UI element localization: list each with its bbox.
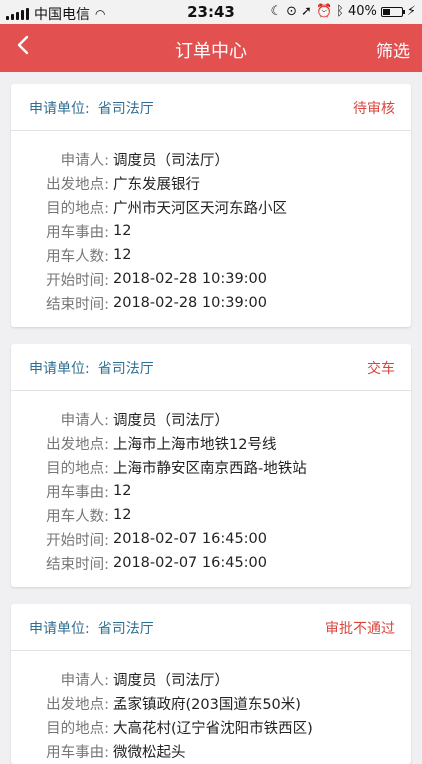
field-value: 12 [113,247,132,263]
order-field-row: 申请人: 调度员（司法厅） [11,147,411,171]
field-value: 上海市静安区南京西路-地铁站 [113,460,307,477]
field-label: 申请人: [60,412,109,429]
order-field-row: 开始时间: 2018-02-28 10:39:00 [11,267,411,291]
field-value: 微微松起头 [113,744,186,761]
navbar: 订单中心 筛选 [0,24,422,72]
order-field-row: 结束时间: 2018-02-28 10:39:00 [11,291,411,315]
location-icon: ➚ [301,4,312,19]
order-status-badge: 审批不通过 [325,621,395,637]
field-value: 上海市上海市地铁12号线 [113,436,277,453]
field-label: 用车事由: [46,224,109,241]
order-field-row: 出发地点: 上海市上海市地铁12号线 [11,431,411,455]
field-value: 大高花村(辽宁省沈阳市铁西区) [113,720,313,737]
field-value: 孟家镇政府(203国道东50米) [113,696,301,713]
order-field-row: 用车事由: 微微松起头 [11,739,411,763]
order-field-row: 结束时间: 2018-02-07 16:45:00 [11,551,411,575]
applicant-unit-label: 申请单位: [29,621,90,637]
field-label: 目的地点: [46,720,109,737]
field-label: 申请人: [60,672,109,689]
applicant-unit-value: 省司法厅 [97,621,154,637]
order-card[interactable]: 申请单位: 省司法厅 交车 申请人: 调度员（司法厅） 出发地点: 上海市上海市地铁12号线… [11,344,411,587]
order-field-row: 用车事由: 12 [11,479,411,503]
applicant-unit: 申请单位: 省司法厅 [29,358,154,378]
card-body: 申请人: 调度员（司法厅） 出发地点: 上海市上海市地铁12号线 目的地点: 上海市静安区… [11,391,411,587]
field-label: 申请人: [60,152,109,169]
status-bar: 中国电信 ◠ 23:43 ☾ ⊙ ➚ ⏰ ᛒ 40% ⚡ [0,0,422,24]
order-field-row: 出发地点: 孟家镇政府(203国道东50米) [11,691,411,715]
field-label: 目的地点: [46,460,109,477]
field-value: 2018-02-07 16:45:00 [113,531,267,547]
order-field-row: 申请人: 调度员（司法厅） [11,407,411,431]
applicant-unit-label: 申请单位: [29,361,90,377]
bluetooth-icon: ᛒ [336,4,344,19]
field-label: 出发地点: [46,176,109,193]
field-value: 2018-02-28 10:39:00 [113,295,267,311]
applicant-unit-value: 省司法厅 [97,101,154,117]
field-label: 开始时间: [46,532,109,549]
page-title: 订单中心 [175,41,247,62]
order-field-row: 申请人: 调度员（司法厅） [11,667,411,691]
order-field-row: 目的地点: 广州市天河区天河东路小区 [11,195,411,219]
field-value: 2018-02-07 16:45:00 [113,555,267,571]
charging-icon: ⚡ [406,4,416,19]
field-value: 2018-02-28 10:39:00 [113,271,267,287]
field-value: 12 [113,507,132,523]
field-label: 出发地点: [46,436,109,453]
status-right: ☾ ⊙ ➚ ⏰ ᛒ 40% ⚡ [270,4,416,19]
field-label: 结束时间: [46,296,109,313]
field-value: 12 [113,483,132,499]
field-label: 开始时间: [46,272,109,289]
field-label: 用车事由: [46,484,109,501]
field-value: 广州市天河区天河东路小区 [113,200,287,217]
battery-percent: 40% [347,4,377,19]
card-header: 申请单位: 省司法厅 交车 [11,344,411,391]
order-field-row: 用车人数: 12 [11,243,411,267]
order-card[interactable]: 申请单位: 省司法厅 审批不通过 申请人: 调度员（司法厅） 出发地点: 孟家镇政府(203… [11,604,411,764]
order-field-row: 用车事由: 12 [11,219,411,243]
card-header: 申请单位: 省司法厅 审批不通过 [11,604,411,651]
card-body: 申请人: 调度员（司法厅） 出发地点: 广东发展银行 目的地点: 广州市天河区天河东路小区… [11,131,411,327]
order-status-badge: 交车 [367,361,395,377]
order-field-row: 目的地点: 上海市静安区南京西路-地铁站 [11,455,411,479]
applicant-unit: 申请单位: 省司法厅 [29,618,154,638]
order-field-row: 开始时间: 2018-02-07 16:45:00 [11,527,411,551]
applicant-unit: 申请单位: 省司法厅 [29,98,154,118]
moon-icon: ☾ [270,4,283,19]
battery-icon [380,6,405,17]
card-header: 申请单位: 省司法厅 待审核 [11,84,411,131]
field-value: 调度员（司法厅） [113,152,229,169]
field-label: 目的地点: [46,200,109,217]
order-card[interactable]: 申请单位: 省司法厅 待审核 申请人: 调度员（司法厅） 出发地点: 广东发展银行 目的地点:… [11,84,411,327]
field-value: 广东发展银行 [113,176,200,193]
order-field-row: 用车人数: 12 [11,503,411,527]
field-label: 出发地点: [46,696,109,713]
lock-rotation-icon: ⊙ [286,4,298,19]
card-body: 申请人: 调度员（司法厅） 出发地点: 孟家镇政府(203国道东50米) 目的地点: 大高… [11,651,411,764]
field-label: 用车人数: [46,508,109,525]
order-status-badge: 待审核 [353,101,395,117]
order-field-row: 出发地点: 广东发展银行 [11,171,411,195]
applicant-unit-value: 省司法厅 [97,361,154,377]
field-label: 用车事由: [46,744,109,761]
field-value: 调度员（司法厅） [113,412,229,429]
filter-button[interactable]: 筛选 [376,37,410,62]
field-label: 用车人数: [46,248,109,265]
field-value: 12 [113,223,132,239]
order-field-row: 目的地点: 大高花村(辽宁省沈阳市铁西区) [11,715,411,739]
applicant-unit-label: 申请单位: [29,101,90,117]
field-label: 结束时间: [46,556,109,573]
field-value: 调度员（司法厅） [113,672,229,689]
alarm-icon: ⏰ [315,4,333,19]
